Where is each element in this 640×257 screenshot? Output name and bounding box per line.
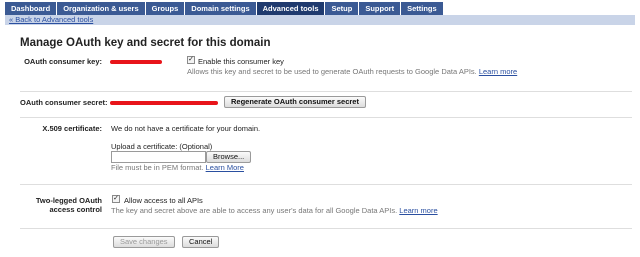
breadcrumb-bar: « Back to Advanced tools [5,15,635,25]
tab-domain-settings[interactable]: Domain settings [185,2,257,15]
upload-certificate-label: Upload a certificate: (Optional) [111,142,213,151]
consumer-key-label: OAuth consumer key: [24,57,102,66]
tab-groups[interactable]: Groups [145,2,186,15]
certificate-label: X.509 certificate: [42,124,102,133]
tab-dashboard[interactable]: Dashboard [5,2,58,15]
certificate-format-note: File must be in PEM format. Learn More [111,163,244,172]
tab-support[interactable]: Support [359,2,402,15]
nav-tabs: Dashboard Organization & users Groups Do… [5,2,444,15]
regenerate-secret-button[interactable]: Regenerate OAuth consumer secret [224,96,366,108]
allow-all-apis-checkbox[interactable]: ✓ [112,195,120,203]
save-changes-button[interactable]: Save changes [113,236,175,248]
tab-setup[interactable]: Setup [325,2,360,15]
certificate-status: We do not have a certificate for your do… [111,124,261,133]
divider [20,228,632,229]
allow-all-apis-label: Allow access to all APIs [124,196,203,205]
consumer-secret-label: OAuth consumer secret: [20,98,108,107]
page-title: Manage OAuth key and secret for this dom… [20,37,271,49]
consumer-key-help: Allows this key and secret to be used to… [187,67,517,76]
top-nav: Dashboard Organization & users Groups Do… [0,0,640,15]
two-legged-learn-more[interactable]: Learn more [399,206,437,215]
certificate-file-input[interactable] [111,151,206,163]
redacted-consumer-secret [110,101,218,105]
divider [20,117,632,118]
consumer-key-learn-more[interactable]: Learn more [479,67,517,76]
consumer-key-help-text: Allows this key and secret to be used to… [187,67,477,76]
tab-advanced-tools[interactable]: Advanced tools [256,2,326,15]
tab-organization-users[interactable]: Organization & users [57,2,146,15]
two-legged-help: The key and secret above are able to acc… [111,206,438,215]
redacted-consumer-key [110,60,162,64]
format-note-text: File must be in PEM format. [111,163,204,172]
browse-button[interactable]: Browse... [206,151,252,163]
two-legged-help-text: The key and secret above are able to acc… [111,206,398,215]
tab-settings[interactable]: Settings [401,2,444,15]
divider [20,91,632,92]
enable-key-label: Enable this consumer key [198,57,284,66]
certificate-learn-more[interactable]: Learn More [206,163,244,172]
enable-key-checkbox[interactable]: ✓ [187,56,195,64]
cancel-button[interactable]: Cancel [182,236,220,248]
back-link[interactable]: « Back to Advanced tools [9,16,93,24]
two-legged-label: Two-legged OAuth access control [35,196,102,214]
divider [20,184,632,185]
